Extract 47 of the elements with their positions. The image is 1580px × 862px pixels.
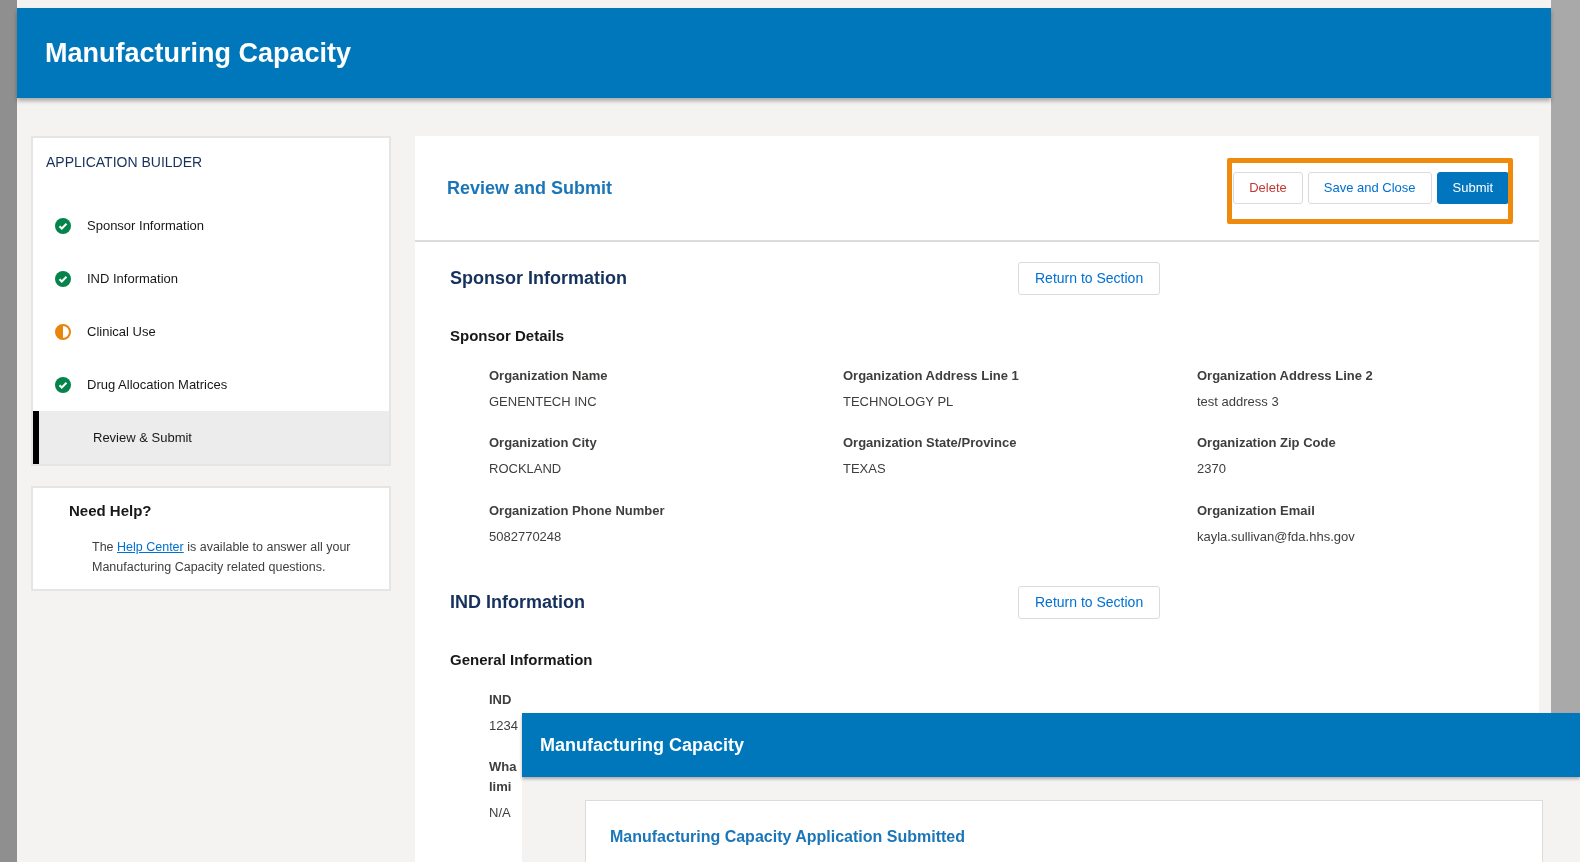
field-value: 1234 <box>489 716 518 735</box>
field-value: N/A <box>489 804 511 822</box>
field-label: Organization Email <box>1197 501 1315 520</box>
section-title: Review and Submit <box>447 176 613 200</box>
field-value: ROCKLAND <box>489 460 562 478</box>
field-label: Wha <box>489 758 517 776</box>
sidebar-item[interactable]: Drug Allocation Matrices <box>33 358 389 411</box>
field-value: TEXAS <box>843 460 886 478</box>
help-title: Need Help? <box>69 501 153 521</box>
group-heading: General Information <box>450 650 594 670</box>
check-circle-icon <box>55 217 71 234</box>
sidebar-item[interactable]: Clinical Use <box>33 305 389 358</box>
group-heading: Sponsor Details <box>450 326 566 346</box>
half-circle-icon <box>55 323 71 340</box>
field-label: Organization City <box>489 434 597 452</box>
help-text: The Help Center is available to answer all your Manufacturing Capacity related questions. <box>91 538 352 576</box>
sidebar-title: APPLICATION BUILDER <box>45 153 204 172</box>
field-value: GENENTECH INC <box>489 392 597 411</box>
field-label: Organization Address Line 1 <box>843 366 1019 385</box>
sidebar-item[interactable]: IND Information <box>33 252 389 305</box>
field-label: Organization State/Province <box>843 434 1017 452</box>
action-button[interactable]: Submit <box>1436 172 1509 204</box>
action-button[interactable]: Delete <box>1233 172 1303 204</box>
sidebar-item[interactable]: Sponsor Information <box>33 199 389 252</box>
message-title: Manufacturing Capacity Application Submitted <box>610 828 965 845</box>
field-value: TECHNOLOGY PL <box>843 392 954 411</box>
sidebar-item[interactable]: Review & Submit <box>33 411 389 464</box>
return-to-section-button[interactable]: Return to Section <box>1018 262 1161 295</box>
action-button[interactable]: Save and Close <box>1307 172 1432 204</box>
check-circle-icon <box>55 376 71 393</box>
field-value: test address 3 <box>1197 392 1279 411</box>
section-heading: Sponsor Information <box>450 267 628 290</box>
field-label: limi <box>489 778 512 796</box>
check-circle-icon <box>55 270 71 287</box>
window-title: Manufacturing Capacity <box>540 733 745 757</box>
section-heading: IND Information <box>450 591 586 614</box>
field-label: IND <box>489 690 512 709</box>
field-label: Organization Phone Number <box>489 501 665 520</box>
field-label: Organization Address Line 2 <box>1197 366 1373 385</box>
page-title: Manufacturing Capacity <box>45 36 352 70</box>
field-value: 2370 <box>1197 460 1226 478</box>
field-label: Organization Zip Code <box>1197 434 1336 452</box>
field-value: 5082770248 <box>489 527 562 546</box>
field-value: kayla.sullivan@fda.hhs.gov <box>1197 527 1355 546</box>
help-center-link[interactable]: Help Center <box>117 539 184 554</box>
return-to-section-button[interactable]: Return to Section <box>1018 586 1161 619</box>
field-label: Organization Name <box>489 366 608 385</box>
